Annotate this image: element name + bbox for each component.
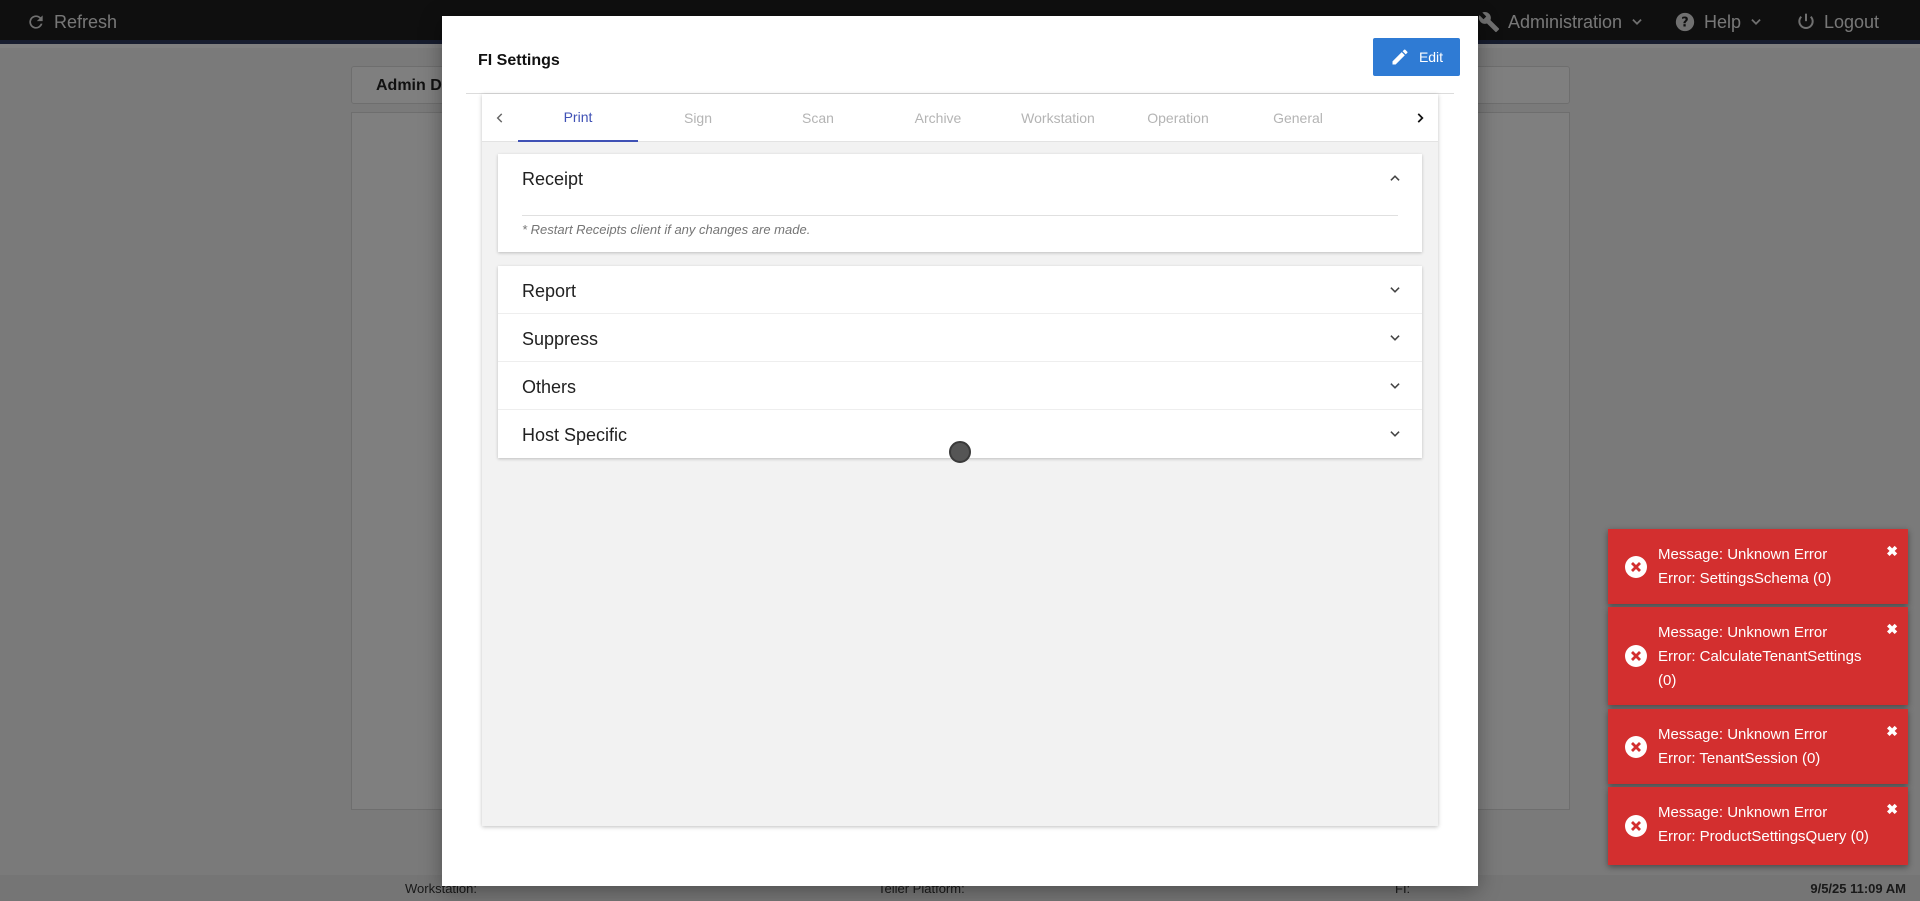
chevron-down-icon <box>1390 383 1400 389</box>
error-toast: Message: Unknown Error Error: CalculateT… <box>1608 607 1908 705</box>
toast-message-line: Message: Unknown Error <box>1658 546 1828 563</box>
chevron-right-icon <box>1417 113 1424 123</box>
receipt-panel: Receipt * Restart Receipts client if any… <box>498 154 1422 252</box>
edit-label: Edit <box>1418 49 1444 65</box>
section-suppress-header[interactable]: Suppress <box>498 314 1422 362</box>
tab-strip: Print Sign Scan Archive Workstation Operation… <box>518 94 1402 142</box>
toast-message-line: Message: Unknown Error <box>1658 624 1828 641</box>
receipt-divider <box>522 215 1398 216</box>
section-title: Others <box>522 377 577 397</box>
close-icon[interactable]: ✖ <box>1886 621 1898 638</box>
tab-archive[interactable]: Archive <box>878 94 998 142</box>
close-icon[interactable]: ✖ <box>1886 801 1898 818</box>
tab-sign[interactable]: Sign <box>638 94 758 142</box>
tab-scroll-right-button[interactable] <box>1402 94 1438 142</box>
error-toast: Message: Unknown Error Error: SettingsSc… <box>1608 529 1908 604</box>
chevron-left-icon <box>496 113 503 123</box>
receipt-note: * Restart Receipts client if any changes… <box>522 222 811 237</box>
dialog-title: FI Settings <box>478 52 560 69</box>
close-icon[interactable]: ✖ <box>1886 723 1898 740</box>
toast-error-line: Error: ProductSettingsQuery (0) <box>1658 828 1869 845</box>
tab-workstation[interactable]: Workstation <box>998 94 1118 142</box>
toast-error-line: Error: TenantSession (0) <box>1658 750 1821 767</box>
toast-error-line: Error: CalculateTenantSettings (0) <box>1658 648 1862 689</box>
error-icon <box>1625 815 1647 837</box>
error-toast: Message: Unknown Error Error: ProductSet… <box>1608 787 1908 865</box>
toast-message-line: Message: Unknown Error <box>1658 804 1828 821</box>
toast-error-line: Error: SettingsSchema (0) <box>1658 570 1832 587</box>
chevron-down-icon <box>1390 431 1400 437</box>
edit-button[interactable]: Edit <box>1373 38 1460 76</box>
toast-message: Message: Unknown Error Error: ProductSet… <box>1658 801 1883 849</box>
error-icon <box>1625 735 1647 758</box>
receipt-panel-header[interactable]: Receipt <box>498 154 1422 202</box>
chevron-up-icon <box>1390 175 1400 181</box>
close-icon[interactable]: ✖ <box>1886 543 1898 560</box>
receipt-title: Receipt <box>522 169 584 189</box>
toast-message: Message: Unknown Error Error: SettingsSc… <box>1658 543 1883 591</box>
section-title: Report <box>522 281 577 301</box>
dialog-header: FI Settings Edit <box>466 38 1460 94</box>
error-toast: Message: Unknown Error Error: TenantSess… <box>1608 709 1908 784</box>
section-report-header[interactable]: Report <box>498 266 1422 314</box>
tab-print[interactable]: Print <box>518 94 638 142</box>
section-title: Suppress <box>522 329 599 349</box>
tab-scan[interactable]: Scan <box>758 94 878 142</box>
settings-sections: Report Suppress Others Host Specific <box>498 266 1422 458</box>
section-others-header[interactable]: Others <box>498 362 1422 410</box>
section-title: Host Specific <box>522 425 628 445</box>
pencil-icon <box>1392 49 1408 65</box>
toast-message: Message: Unknown Error Error: CalculateT… <box>1658 621 1883 693</box>
toast-message-line: Message: Unknown Error <box>1658 726 1828 743</box>
toast-message: Message: Unknown Error Error: TenantSess… <box>1658 723 1883 771</box>
mouse-cursor <box>949 441 971 463</box>
error-icon <box>1625 555 1647 578</box>
tab-scroll-left-button[interactable] <box>482 94 518 142</box>
tab-general[interactable]: General <box>1238 94 1358 142</box>
tab-p[interactable]: P <box>1358 94 1402 142</box>
tab-operation[interactable]: Operation <box>1118 94 1238 142</box>
chevron-down-icon <box>1390 287 1400 293</box>
settings-tabs: Print Sign Scan Archive Workstation Operation… <box>482 94 1438 142</box>
error-icon <box>1625 645 1647 667</box>
chevron-down-icon <box>1390 335 1400 341</box>
